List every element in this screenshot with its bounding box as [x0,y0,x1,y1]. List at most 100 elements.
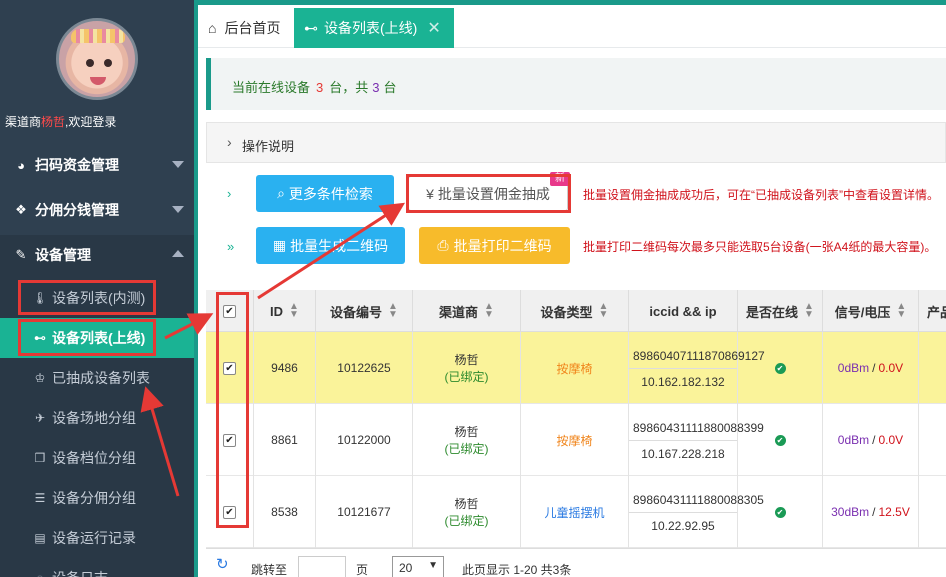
sidebar-item-commissioned-devices[interactable]: ♔ 已抽成设备列表 [0,358,194,398]
avatar-eye [86,59,94,67]
database-icon: ☰ [34,491,46,505]
instructions-panel[interactable]: › 操作说明 [206,122,946,163]
column-header-id[interactable]: ID ▲ ▼ [254,290,316,332]
page-jump-input[interactable] [298,556,346,577]
cell-type: 按摩椅 [521,404,629,476]
signal-value: 0dBm [837,433,870,447]
caret-down-icon: ▼ [428,560,438,571]
select-all-checkbox[interactable]: ✔ [223,304,236,318]
sidebar-item-device-list-test[interactable]: 🌡 设备列表(内测) [0,278,194,318]
cell-id: 8538 [254,476,316,548]
sidebar-item-level-groups[interactable]: ❒ 设备档位分组 [0,438,194,478]
plug-icon: ⊷ [34,331,46,345]
gift-icon: ❖ [15,202,27,217]
column-header-code[interactable]: 设备编号 ▲ ▼ [316,290,413,332]
flower-crown [71,29,125,43]
row-select-cell: ✔ [206,404,254,476]
cell-online: ✔ [738,404,823,476]
menu-scan-funds[interactable]: ◕ 扫码资金管理 [0,145,194,185]
commission-note: 批量设置佣金抽成成功后，可在“已抽成设备列表”中查看设置详情。 [583,188,939,202]
advanced-search-button[interactable]: ⌕ 更多条件检索 [256,175,394,212]
batch-commission-button[interactable]: ¥ 批量设置佣金抽成 [408,176,568,211]
sort-icon[interactable]: ▲ ▼ [896,302,906,320]
iccid-text: 89860407111870869127 [629,348,765,369]
cubes-icon: ❒ [34,451,46,465]
app-root: 渠道商杨哲,欢迎登录 ◕ 扫码资金管理 ❖ 分佣分钱管理 ✎ 设备管理 🌡 设备… [0,0,946,577]
print-note: 批量打印二维码每次最多只能选取5台设备(一张A4纸的最大容量)。 [583,240,937,254]
sidebar-item-label: 已抽成设备列表 [52,370,150,386]
sidebar-item-commission-groups[interactable]: ☰ 设备分佣分组 [0,478,194,518]
menu-commission[interactable]: ❖ 分佣分钱管理 [0,190,194,230]
circle-icon: ◌ [32,571,48,577]
cell-dealer: 杨哲 (已绑定) [413,476,521,548]
cell-iccid-ip: 89860407111870869127 10.162.182.132 [629,332,765,404]
sort-icon[interactable]: ▲ ▼ [289,302,299,320]
tab-home[interactable]: ⌂ 后台首页 [198,8,294,48]
chevron-right-icon: › [227,134,232,150]
sort-icon[interactable]: ▲ ▼ [599,302,609,320]
batch-qrcode-button[interactable]: ▦ 批量生成二维码 [256,227,405,264]
column-header-type[interactable]: 设备类型 ▲ ▼ [521,290,629,332]
row-select-cell: ✔ [206,332,254,404]
cell-id: 8861 [254,404,316,476]
cell-code: 10122625 [316,332,413,404]
row-checkbox[interactable]: ✔ [223,433,236,447]
cell-iccid-ip: 89860431111880088399 10.167.228.218 [629,404,764,476]
cell-signal: 30dBm/12.5V [823,476,919,548]
table-row[interactable]: ✔ 9486 10122625 杨哲 (已绑定) 按摩椅 898604071118… [206,332,946,404]
button-label: 更多条件检索 [288,185,373,202]
check-circle-icon: ✔ [774,506,786,518]
menu-device-management[interactable]: ✎ 设备管理 [0,235,194,275]
sort-icon[interactable]: ▲ ▼ [484,302,494,320]
check-circle-icon: ✔ [774,434,786,446]
row-checkbox[interactable]: ✔ [223,505,236,519]
refresh-icon[interactable]: ↻ [216,555,229,573]
tab-label: 后台首页 [224,20,281,36]
dealer-name: 杨哲 [454,497,479,511]
tab-device-list-online[interactable]: ⊷ 设备列表(上线) ✕ [294,8,454,48]
voltage-value: 0.0V [878,433,904,447]
page-size-select[interactable]: 20 ▼ [392,556,444,577]
table-header: ✔ ID ▲ ▼ 设备编号 ▲ ▼ 渠道商 ▲ ▼ 设备类型 ▲ ▼ iccid && ip 是… [206,290,946,332]
table-row[interactable]: ✔ 8538 10121677 杨哲 (已绑定) 儿童摇摆机 8986043111… [206,476,946,548]
sort-icon[interactable]: ▲ ▼ [804,302,814,320]
avatar[interactable] [56,18,138,100]
dealer-name: 杨哲 [454,425,479,439]
sidebar-item-run-records[interactable]: ▤ 设备运行记录 [0,518,194,558]
menu-label: 分佣分钱管理 [35,202,119,218]
cell-type: 儿童摇摆机 [521,476,629,548]
plane-icon: ✈ [34,411,46,425]
wrench-icon: ✎ [15,247,27,262]
pie-chart-icon: ◕ [17,157,25,173]
column-header-online[interactable]: 是否在线 ▲ ▼ [738,290,823,332]
qrcode-icon: ▦ [272,237,287,253]
sidebar-item-device-list-online[interactable]: ⊷ 设备列表(上线) [0,318,194,358]
sidebar-item-label: 设备场地分组 [52,410,136,426]
column-header-signal[interactable]: 信号/电压 ▲ ▼ [823,290,919,332]
button-label: ¥ 批量设置佣金抽成 [426,185,550,202]
sort-icon[interactable]: ▲ ▼ [388,302,398,320]
row-checkbox[interactable]: ✔ [223,361,236,375]
chevron-right-icon: › [227,186,232,201]
page-summary: 此页显示 1-20 共3条 [462,563,572,577]
voltage-value: 12.5V [878,505,910,519]
thermometer-icon: 🌡 [32,291,48,305]
batch-print-button[interactable]: ⎙ 批量打印二维码 [419,227,570,264]
cell-type: 按摩椅 [521,332,629,404]
welcome-username: 杨哲 [41,115,66,129]
menu-label: 扫码资金管理 [35,157,119,173]
tab-label: 设备列表(上线) [324,20,418,36]
sidebar-item-site-groups[interactable]: ✈ 设备场地分组 [0,398,194,438]
close-icon[interactable]: ✕ [427,18,440,38]
cell-id: 9486 [254,332,316,404]
cell-code: 10121677 [316,476,413,548]
sidebar-item-device-logs[interactable]: ◌ 设备日志 [0,558,194,577]
trophy-icon: ♔ [34,371,46,385]
home-icon: ⌂ [208,20,217,36]
column-header-dealer[interactable]: 渠道商 ▲ ▼ [413,290,521,332]
ip-text: 10.162.182.132 [641,374,725,389]
double-chevron-right-icon: » [227,239,235,254]
table-row[interactable]: ✔ 8861 10122000 杨哲 (已绑定) 按摩椅 898604311118… [206,404,946,476]
total-count: 3 [372,80,380,95]
cell-online: ✔ [738,476,823,548]
